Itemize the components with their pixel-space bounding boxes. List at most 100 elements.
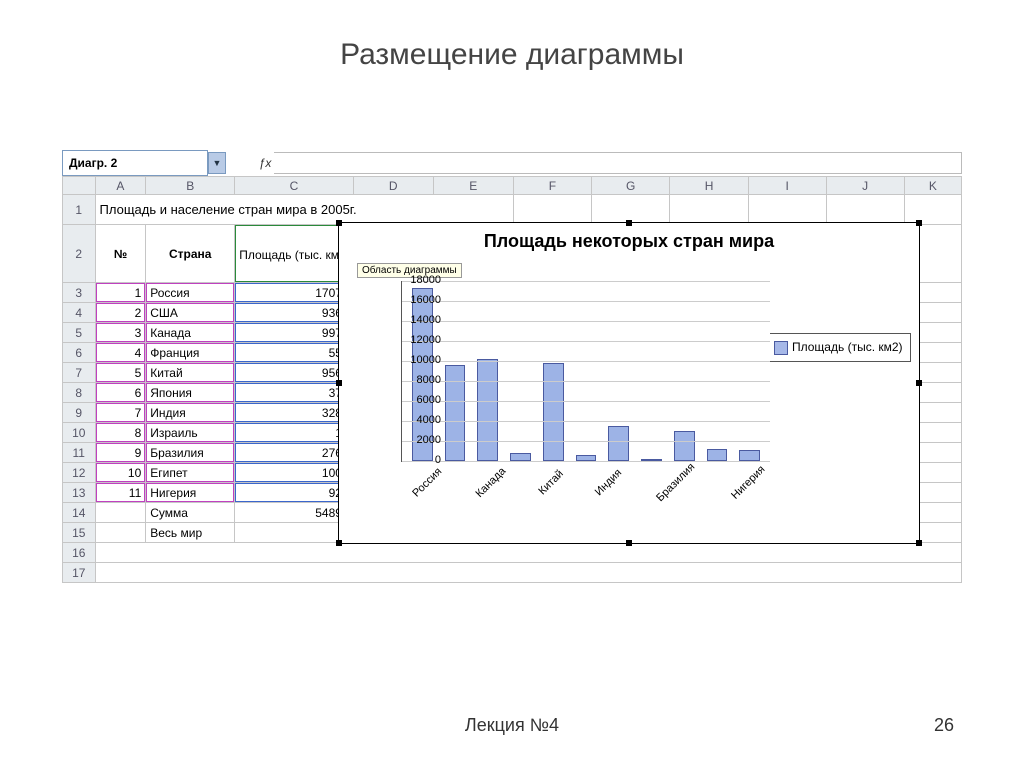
row-header[interactable]: 14	[63, 503, 96, 523]
cell[interactable]	[95, 523, 146, 543]
cell[interactable]: 7	[95, 403, 146, 423]
cell[interactable]: Канада	[146, 323, 235, 343]
cell[interactable]	[670, 195, 748, 225]
cell[interactable]: Япония	[146, 383, 235, 403]
resize-handle[interactable]	[336, 540, 342, 546]
cell[interactable]: Франция	[146, 343, 235, 363]
cell[interactable]: 2767	[235, 443, 353, 463]
cell[interactable]	[513, 195, 591, 225]
cell[interactable]: 9976	[235, 323, 353, 343]
y-tick-label: 4000	[401, 414, 441, 426]
cell[interactable]: 552	[235, 343, 353, 363]
cell[interactable]: 9	[95, 443, 146, 463]
formula-bar[interactable]	[274, 152, 962, 174]
row-header[interactable]: 8	[63, 383, 96, 403]
chart-title: Площадь некоторых стран мира	[339, 231, 919, 252]
cell[interactable]	[95, 543, 961, 563]
cell[interactable]: Китай	[146, 363, 235, 383]
col-header[interactable]: A	[95, 177, 146, 195]
cell[interactable]	[826, 195, 904, 225]
cell[interactable]: США	[146, 303, 235, 323]
cell[interactable]: Площадь и население стран мира в 2005г.	[95, 195, 513, 225]
row-header[interactable]: 1	[63, 195, 96, 225]
cell[interactable]	[748, 195, 826, 225]
cell[interactable]: 1	[95, 283, 146, 303]
cell[interactable]: 8	[95, 423, 146, 443]
col-header[interactable]: I	[748, 177, 826, 195]
cell[interactable]: 3288	[235, 403, 353, 423]
cell[interactable]: 14	[235, 423, 353, 443]
resize-handle[interactable]	[336, 220, 342, 226]
legend-swatch	[774, 341, 788, 355]
row-header[interactable]: 9	[63, 403, 96, 423]
cell[interactable]: 2	[95, 303, 146, 323]
cell[interactable]: 1002	[235, 463, 353, 483]
row-header[interactable]: 4	[63, 303, 96, 323]
cell[interactable]: Россия	[146, 283, 235, 303]
cell[interactable]: 11	[95, 483, 146, 503]
footer-page-number: 26	[934, 715, 954, 736]
row-header[interactable]: 12	[63, 463, 96, 483]
cell[interactable]: Площадь (тыс. км2)	[235, 225, 353, 283]
chart-object[interactable]: Площадь некоторых стран мира Область диа…	[338, 222, 920, 544]
cell[interactable]	[95, 503, 146, 523]
resize-handle[interactable]	[916, 380, 922, 386]
col-header[interactable]: K	[904, 177, 961, 195]
row-header[interactable]: 6	[63, 343, 96, 363]
resize-handle[interactable]	[336, 380, 342, 386]
resize-handle[interactable]	[916, 220, 922, 226]
cell[interactable]: №	[95, 225, 146, 283]
cell[interactable]	[904, 195, 961, 225]
row-header[interactable]: 11	[63, 443, 96, 463]
select-all[interactable]	[63, 177, 96, 195]
row-header[interactable]: 5	[63, 323, 96, 343]
fx-icon[interactable]: ƒx	[256, 156, 274, 170]
cell[interactable]: 924	[235, 483, 353, 503]
row-header[interactable]: 15	[63, 523, 96, 543]
cell[interactable]: 9363	[235, 303, 353, 323]
row-header[interactable]: 17	[63, 563, 96, 583]
row-header[interactable]: 16	[63, 543, 96, 563]
cell[interactable]: Бразилия	[146, 443, 235, 463]
cell[interactable]: Нигерия	[146, 483, 235, 503]
y-tick-label: 6000	[401, 394, 441, 406]
cell[interactable]: 17075	[235, 283, 353, 303]
col-header[interactable]: E	[433, 177, 513, 195]
resize-handle[interactable]	[916, 540, 922, 546]
col-header[interactable]: J	[826, 177, 904, 195]
cell[interactable]	[95, 563, 961, 583]
cell[interactable]: Сумма	[146, 503, 235, 523]
row-header[interactable]: 2	[63, 225, 96, 283]
cell[interactable]: Весь мир	[146, 523, 235, 543]
chart-legend: Площадь (тыс. км2)	[767, 333, 911, 362]
cell[interactable]: 54894	[235, 503, 353, 523]
cell[interactable]: 3	[95, 323, 146, 343]
col-header[interactable]: H	[670, 177, 748, 195]
cell[interactable]: Индия	[146, 403, 235, 423]
cell[interactable]: 10	[95, 463, 146, 483]
column-header-row: A B C D E F G H I J K	[63, 177, 962, 195]
cell[interactable]: Израиль	[146, 423, 235, 443]
x-tick-label	[445, 469, 472, 496]
col-header[interactable]: G	[591, 177, 669, 195]
col-header[interactable]: F	[513, 177, 591, 195]
cell[interactable]: 6	[95, 383, 146, 403]
col-header[interactable]: B	[146, 177, 235, 195]
col-header[interactable]: C	[235, 177, 353, 195]
x-tick-label: Бразилия	[654, 461, 697, 504]
y-tick-label: 18000	[401, 274, 441, 286]
row-header[interactable]: 3	[63, 283, 96, 303]
footer-lecture: Лекция №4	[0, 715, 1024, 736]
col-header[interactable]: D	[353, 177, 433, 195]
resize-handle[interactable]	[626, 540, 632, 546]
row-header[interactable]: 7	[63, 363, 96, 383]
cell[interactable]: 4	[95, 343, 146, 363]
cell[interactable]: 5	[95, 363, 146, 383]
resize-handle[interactable]	[626, 220, 632, 226]
name-box[interactable]: Диагр. 2	[62, 150, 208, 176]
cell[interactable]: Египет	[146, 463, 235, 483]
row-header[interactable]: 13	[63, 483, 96, 503]
row-header[interactable]: 10	[63, 423, 96, 443]
cell[interactable]: Страна	[146, 225, 235, 283]
name-box-dropdown[interactable]: ▼	[208, 152, 226, 174]
